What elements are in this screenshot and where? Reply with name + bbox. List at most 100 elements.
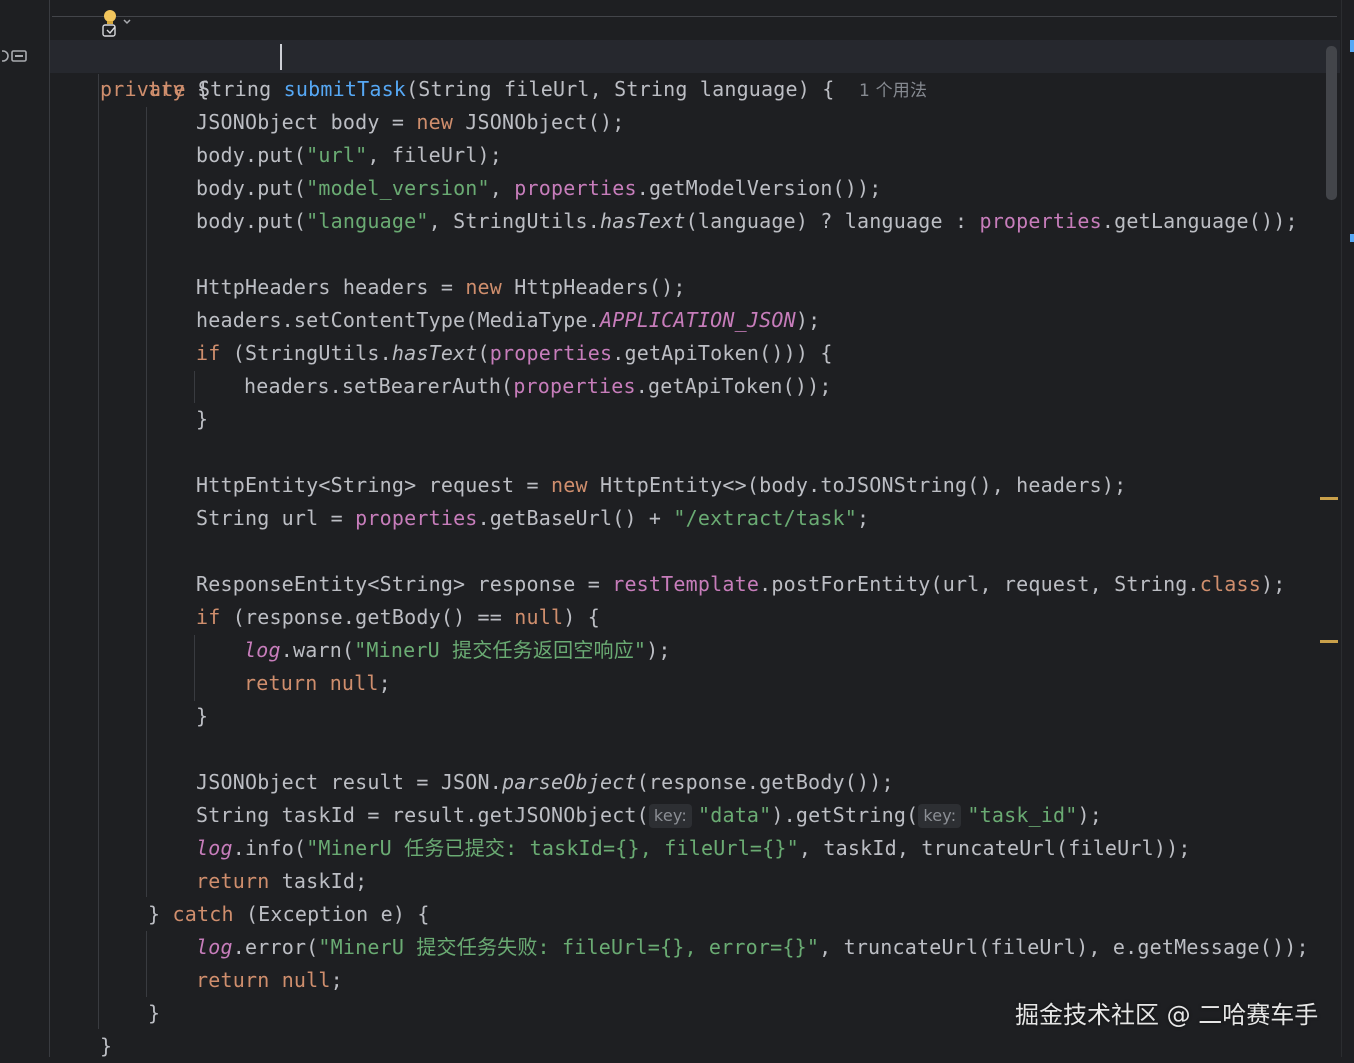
divider (52, 16, 1337, 17)
keyword: if (196, 605, 221, 629)
code-line[interactable]: body.put("language", StringUtils.hasText… (196, 205, 1298, 238)
code-line[interactable]: } (100, 1030, 112, 1063)
code-line[interactable]: JSONObject result = JSON.parseObject(res… (196, 766, 894, 799)
code-line[interactable]: log.info("MinerU 任务已提交: taskId={}, fileU… (196, 832, 1191, 865)
code-text: .getLanguage()); (1101, 209, 1298, 233)
code-text: ); (646, 638, 671, 662)
code-text: ); (1261, 572, 1286, 596)
code-text: JSONObject body = (196, 110, 417, 134)
code-text: taskId; (269, 869, 368, 893)
static-method: hasText (391, 341, 478, 365)
keyword: new (416, 110, 454, 134)
scrollbar-thumb[interactable] (1326, 46, 1337, 200)
code-text: { (184, 77, 210, 101)
code-line[interactable]: try { (148, 73, 209, 106)
code-line[interactable]: JSONObject body = new JSONObject(); (196, 106, 624, 139)
indent-guide (98, 74, 99, 1029)
keyword: null (317, 671, 379, 695)
code-text: HttpHeaders(); (502, 275, 686, 299)
code-line[interactable]: log.warn("MinerU 提交任务返回空响应"); (244, 634, 671, 667)
usages-hint[interactable]: 1 个用法 (859, 81, 927, 101)
edge-indicator (1350, 40, 1354, 52)
field-ref: log (196, 935, 233, 959)
method-icon[interactable] (2, 48, 28, 64)
warning-marker[interactable] (1320, 640, 1338, 643)
code-line[interactable]: HttpHeaders headers = new HttpHeaders(); (196, 271, 686, 304)
field-ref: restTemplate (612, 572, 760, 596)
code-text: } (196, 704, 209, 728)
code-text: body.put( (196, 143, 307, 167)
code-text: .getApiToken()); (635, 374, 832, 398)
code-line[interactable]: return taskId; (196, 865, 367, 898)
code-text: JSONObject result = JSON. (196, 770, 503, 794)
code-text: HttpEntity<>(body.toJSONString(), header… (587, 473, 1127, 497)
code-line[interactable]: private String submitTask(String fileUrl… (100, 40, 927, 101)
code-line[interactable]: HttpEntity<String> request = new HttpEnt… (196, 469, 1126, 502)
keyword: return (196, 968, 270, 992)
code-line[interactable]: body.put("model_version", properties.get… (196, 172, 882, 205)
code-text: String url = (196, 506, 356, 530)
code-line[interactable]: body.put("url", fileUrl); (196, 139, 502, 172)
string-literal: "MinerU 提交任务失败: fileUrl={}, error={}" (318, 935, 820, 959)
code-text: (Exception e) { (233, 902, 430, 926)
code-text: JSONObject(); (453, 110, 625, 134)
string-literal: "model_version" (306, 176, 490, 200)
code-text: headers.setContentType(MediaType. (196, 308, 600, 332)
code-text: .error( (232, 935, 319, 959)
code-text: (response.getBody() == (220, 605, 515, 629)
method-params: (String fileUrl, String language) { (406, 77, 835, 101)
keyword: null (514, 605, 564, 629)
static-method: hasText (599, 209, 686, 233)
code-text: , truncateUrl(fileUrl), e.getMessage()); (819, 935, 1309, 959)
keyword: new (465, 275, 503, 299)
code-text: .warn( (280, 638, 355, 662)
code-text: .getBaseUrl() + (477, 506, 674, 530)
param-hint: key: (648, 804, 692, 828)
code-line[interactable]: if (StringUtils.hasText(properties.getAp… (196, 337, 833, 370)
code-text: headers.setBearerAuth( (244, 374, 514, 398)
code-line[interactable]: return null; (244, 667, 391, 700)
keyword: try (148, 77, 185, 101)
code-line[interactable]: } catch (Exception e) { (148, 898, 430, 931)
code-text: (language) ? language : (685, 209, 980, 233)
code-line[interactable]: if (response.getBody() == null) { (196, 601, 600, 634)
warning-marker[interactable] (1320, 497, 1338, 500)
code-text: HttpEntity<String> request = (196, 473, 551, 497)
keyword: null (269, 968, 331, 992)
constant: APPLICATION_JSON (599, 308, 796, 332)
code-text: ResponseEntity<String> response = (196, 572, 613, 596)
edge-indicator (1350, 234, 1354, 242)
keyword: return (196, 869, 270, 893)
indent-guide (146, 931, 147, 997)
string-literal: "url" (306, 143, 368, 167)
keyword: class (1199, 572, 1262, 596)
code-text: , taskId, truncateUrl(fileUrl)); (798, 836, 1191, 860)
lightbulb-icon[interactable] (101, 7, 131, 37)
watermark: 掘金技术社区 @ 二哈赛车手 (1015, 1001, 1319, 1029)
code-line[interactable]: } (196, 403, 208, 436)
param-hint: key: (918, 804, 962, 828)
indent-guide (194, 635, 195, 701)
keyword: if (196, 341, 221, 365)
code-text: .postForEntity(url, request, String. (759, 572, 1200, 596)
code-text: ; (330, 968, 343, 992)
code-text: body.put( (196, 176, 307, 200)
code-text: ; (378, 671, 391, 695)
keyword: new (551, 473, 588, 497)
code-line[interactable]: } (196, 700, 208, 733)
indent-guide (146, 107, 147, 897)
string-literal: "MinerU 提交任务返回空响应" (354, 638, 647, 662)
code-line[interactable]: headers.setContentType(MediaType.APPLICA… (196, 304, 820, 337)
code-line[interactable]: log.error("MinerU 提交任务失败: fileUrl={}, er… (196, 931, 1309, 964)
code-line[interactable]: String url = properties.getBaseUrl() + "… (196, 502, 869, 535)
code-text: ; (857, 506, 870, 530)
code-text: String taskId = result.getJSONObject( (196, 803, 649, 827)
code-line[interactable]: headers.setBearerAuth(properties.getApiT… (244, 370, 832, 403)
code-line[interactable]: return null; (196, 964, 343, 997)
method-name[interactable]: submitTask (284, 77, 406, 101)
code-line[interactable]: String taskId = result.getJSONObject(key… (196, 799, 1102, 832)
code-text: .getModelVersion()); (636, 176, 882, 200)
code-line[interactable]: } (148, 997, 160, 1030)
code-line[interactable]: ResponseEntity<String> response = restTe… (196, 568, 1286, 601)
code-text: } (196, 407, 209, 431)
